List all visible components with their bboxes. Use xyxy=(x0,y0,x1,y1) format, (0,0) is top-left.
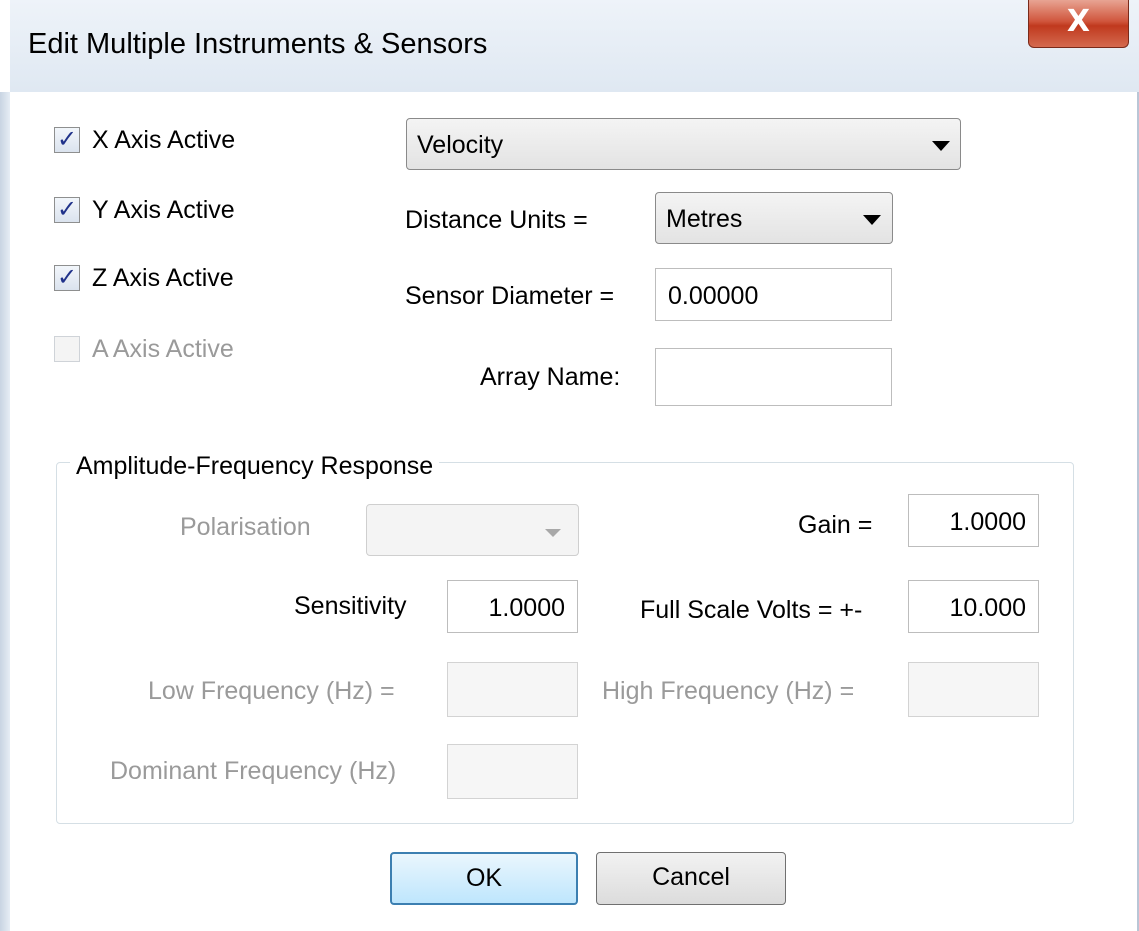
ok-button[interactable]: OK xyxy=(390,852,578,905)
y-axis-label[interactable]: Y Axis Active xyxy=(92,196,235,225)
chevron-down-icon xyxy=(863,215,881,225)
group-title: Amplitude-Frequency Response xyxy=(70,452,440,481)
gain-label: Gain = xyxy=(798,511,873,539)
chevron-down-icon xyxy=(545,529,561,537)
window-title: Edit Multiple Instruments & Sensors xyxy=(28,28,488,60)
high-frequency-input xyxy=(908,662,1039,717)
sensitivity-value: 1.0000 xyxy=(488,594,565,622)
full-scale-volts-value: 10.000 xyxy=(949,594,1026,622)
a-axis-label: A Axis Active xyxy=(92,335,234,363)
distance-units-value: Metres xyxy=(666,205,743,233)
dominant-frequency-label: Dominant Frequency (Hz) xyxy=(110,757,397,785)
measurement-type-value: Velocity xyxy=(417,131,504,159)
low-frequency-input xyxy=(447,662,578,717)
measurement-type-select[interactable]: Velocity xyxy=(406,118,961,170)
array-name-input[interactable] xyxy=(655,348,892,406)
sensor-diameter-input[interactable]: 0.00000 xyxy=(655,268,892,321)
full-scale-volts-input[interactable]: 10.000 xyxy=(908,580,1039,633)
x-axis-label[interactable]: X Axis Active xyxy=(92,126,235,155)
gain-value: 1.0000 xyxy=(949,508,1026,536)
full-scale-volts-label: Full Scale Volts = +- xyxy=(640,596,863,624)
gain-input[interactable]: 1.0000 xyxy=(908,494,1039,547)
distance-units-select[interactable]: Metres xyxy=(655,192,893,244)
z-axis-checkbox[interactable] xyxy=(54,263,80,291)
polarisation-label: Polarisation xyxy=(180,513,311,541)
z-axis-label[interactable]: Z Axis Active xyxy=(92,264,234,293)
distance-units-label: Distance Units = xyxy=(405,206,588,234)
sensor-diameter-label: Sensor Diameter = xyxy=(405,282,615,310)
window-left-border xyxy=(0,92,10,931)
title-bar: Edit Multiple Instruments & Sensors X xyxy=(10,0,1139,92)
ok-button-label: OK xyxy=(465,864,503,892)
low-frequency-label: Low Frequency (Hz) = xyxy=(148,677,395,705)
cancel-button-label: Cancel xyxy=(652,863,730,891)
dominant-frequency-input xyxy=(447,744,578,799)
chevron-down-icon xyxy=(932,141,950,151)
sensitivity-input[interactable]: 1.0000 xyxy=(447,580,578,633)
high-frequency-label: High Frequency (Hz) = xyxy=(602,677,855,705)
cancel-button[interactable]: Cancel xyxy=(596,852,786,905)
sensor-diameter-value: 0.00000 xyxy=(668,282,759,310)
array-name-label: Array Name: xyxy=(480,363,621,391)
y-axis-checkbox[interactable] xyxy=(54,195,80,223)
polarisation-select xyxy=(366,504,579,556)
a-axis-checkbox xyxy=(54,336,80,362)
sensitivity-label: Sensitivity xyxy=(294,592,407,620)
close-button[interactable]: X xyxy=(1028,0,1129,48)
x-axis-checkbox[interactable] xyxy=(54,125,80,153)
close-icon: X xyxy=(1066,4,1091,39)
